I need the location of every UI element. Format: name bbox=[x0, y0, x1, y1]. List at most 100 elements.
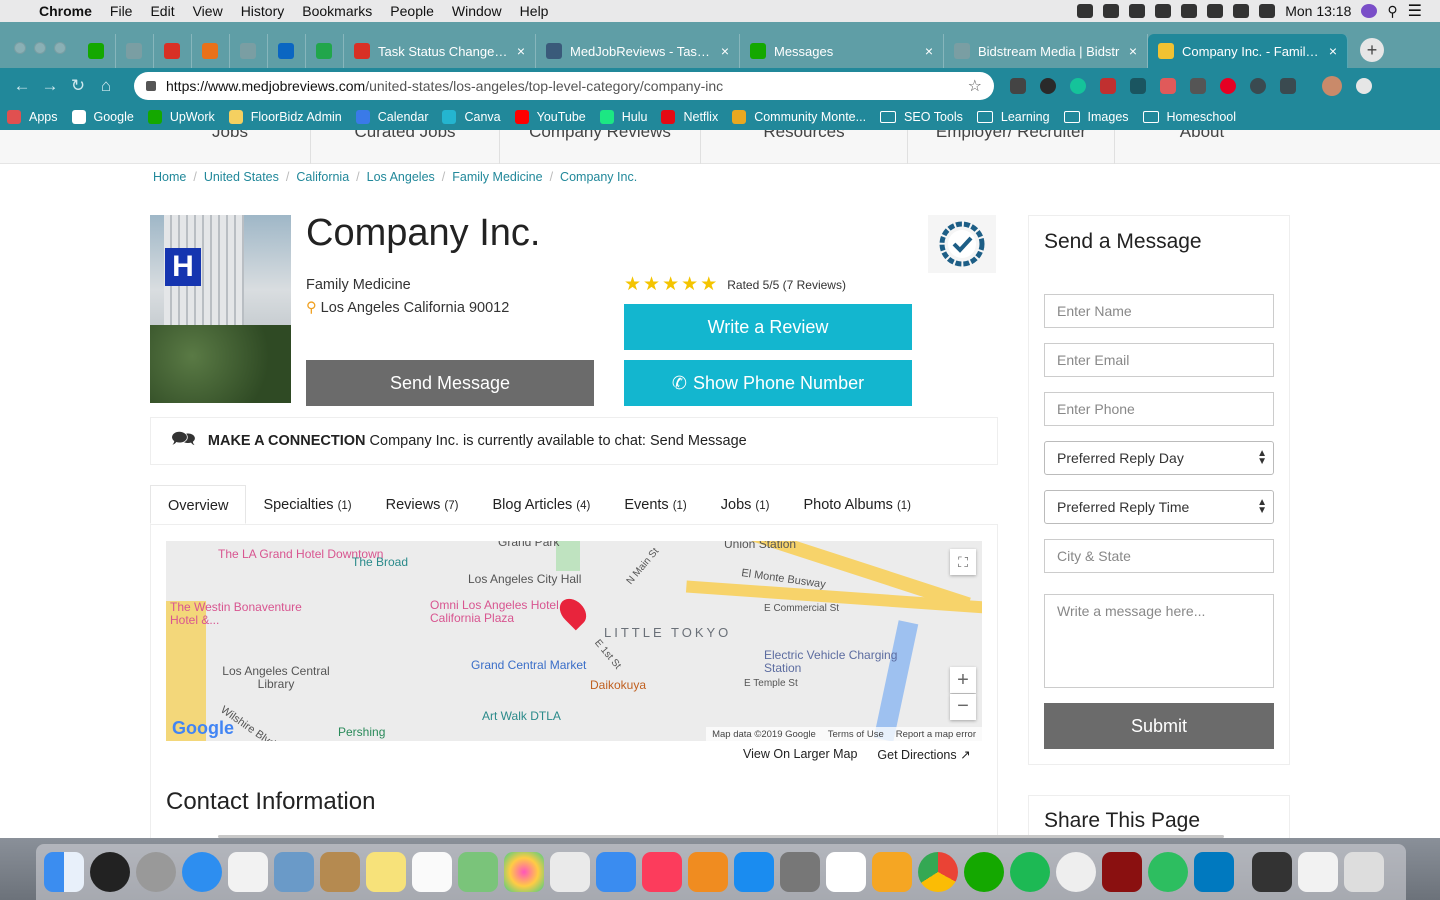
profile-tab[interactable]: Overview bbox=[150, 485, 247, 524]
chrome-icon[interactable] bbox=[918, 852, 958, 892]
system-preferences-icon[interactable] bbox=[780, 852, 820, 892]
profile-tab[interactable]: Photo Albums (1) bbox=[786, 485, 928, 524]
browser-tab[interactable]: Task Status Changed - T × bbox=[344, 34, 536, 68]
preview-icon[interactable] bbox=[274, 852, 314, 892]
dropbox-icon[interactable] bbox=[1077, 4, 1094, 18]
breadcrumb-item[interactable]: Family Medicine bbox=[452, 170, 542, 184]
nav-employer-recruiter[interactable]: Employer/ Recruiter bbox=[907, 130, 1115, 142]
close-window-button[interactable] bbox=[14, 42, 26, 54]
map-label[interactable]: E Temple St bbox=[744, 678, 798, 689]
contacts-icon[interactable] bbox=[320, 852, 360, 892]
name-input[interactable]: Enter Name bbox=[1044, 294, 1274, 328]
profile-tab[interactable]: Blog Articles (4) bbox=[475, 485, 607, 524]
fx-icon[interactable] bbox=[1130, 78, 1146, 94]
safari-icon[interactable] bbox=[182, 852, 222, 892]
map-label[interactable]: Pershing bbox=[338, 725, 385, 739]
bookmark-item[interactable]: Calendar bbox=[349, 110, 436, 124]
nav-company-reviews[interactable]: Company Reviews bbox=[499, 130, 701, 142]
connection-send-message-link[interactable]: Send Message bbox=[650, 433, 747, 449]
map-label[interactable]: Daikokuya bbox=[590, 678, 646, 692]
evernote-status-icon[interactable] bbox=[1129, 4, 1146, 18]
nav-resources[interactable]: Resources bbox=[700, 130, 908, 142]
browser-tab[interactable] bbox=[116, 34, 154, 68]
map-label[interactable]: Grand Park bbox=[498, 541, 559, 549]
cloud-upload-icon[interactable] bbox=[1181, 4, 1198, 18]
update-icon[interactable] bbox=[1356, 78, 1372, 94]
close-tab-icon[interactable]: × bbox=[1129, 43, 1137, 59]
menu-edit[interactable]: Edit bbox=[141, 3, 183, 19]
reload-icon[interactable]: ↻ bbox=[64, 76, 92, 96]
launchpad-icon[interactable] bbox=[136, 852, 176, 892]
trash-icon[interactable] bbox=[1344, 852, 1384, 892]
map-label[interactable]: Art Walk DTLA bbox=[482, 709, 561, 723]
get-directions-link[interactable]: Get Directions ↗ bbox=[877, 747, 970, 762]
browser-tab[interactable]: Company Inc. - Family M × bbox=[1148, 34, 1348, 68]
minimize-window-button[interactable] bbox=[34, 42, 46, 54]
breadcrumb-item[interactable]: California bbox=[296, 170, 349, 184]
bookmark-folder[interactable]: SEO Tools bbox=[873, 110, 970, 124]
maps-icon[interactable] bbox=[458, 852, 498, 892]
google-map[interactable]: The LA Grand Hotel Downtown The Broad Lo… bbox=[166, 541, 982, 741]
browser-tab[interactable] bbox=[78, 34, 116, 68]
bookmark-item[interactable]: FloorBidz Admin bbox=[222, 110, 349, 124]
map-label[interactable]: N Main St bbox=[625, 546, 662, 587]
menu-file[interactable]: File bbox=[101, 3, 142, 19]
upwork-dock-icon[interactable] bbox=[964, 852, 1004, 892]
siri-dock-icon[interactable] bbox=[90, 852, 130, 892]
browser-tab[interactable]: Messages × bbox=[740, 34, 944, 68]
close-tab-icon[interactable]: × bbox=[925, 43, 933, 59]
smiley-app-icon[interactable] bbox=[1056, 852, 1096, 892]
map-label[interactable]: The Westin Bonaventure Hotel &... bbox=[170, 601, 320, 627]
message-textarea[interactable]: Write a message here... bbox=[1044, 594, 1274, 688]
browser-tab[interactable]: Bidstream Media | Bidstr × bbox=[944, 34, 1148, 68]
reminders-icon[interactable] bbox=[412, 852, 452, 892]
city-state-input[interactable]: City & State bbox=[1044, 539, 1274, 573]
nav-about[interactable]: About bbox=[1114, 130, 1290, 142]
trello-icon[interactable] bbox=[1194, 852, 1234, 892]
reply-time-select[interactable]: Preferred Reply Time ▲ ▼ bbox=[1044, 490, 1274, 524]
bookmark-folder[interactable]: Images bbox=[1057, 110, 1136, 124]
view-larger-map-link[interactable]: View On Larger Map bbox=[743, 747, 857, 762]
breadcrumb-item[interactable]: Home bbox=[153, 170, 186, 184]
forward-icon[interactable]: → bbox=[36, 76, 64, 96]
browser-tab[interactable] bbox=[306, 34, 344, 68]
camera-extension-icon[interactable] bbox=[1010, 78, 1026, 94]
apps-grid-icon[interactable] bbox=[228, 852, 268, 892]
email-input[interactable]: Enter Email bbox=[1044, 343, 1274, 377]
pinterest-icon[interactable] bbox=[1220, 78, 1236, 94]
back-icon[interactable]: ← bbox=[8, 76, 36, 96]
evernote-icon[interactable] bbox=[1148, 852, 1188, 892]
notes-icon[interactable] bbox=[366, 852, 406, 892]
map-label[interactable]: Los Angeles Central Library bbox=[216, 665, 336, 691]
upwork-status-icon[interactable] bbox=[1103, 4, 1120, 18]
grammarly-icon[interactable] bbox=[1070, 78, 1086, 94]
bookmark-item[interactable]: Apps bbox=[0, 110, 65, 124]
close-tab-icon[interactable]: × bbox=[517, 43, 525, 59]
map-label[interactable]: Electric Vehicle Charging Station bbox=[764, 649, 904, 675]
bookmark-item[interactable]: Google bbox=[65, 110, 141, 124]
eyedropper-icon[interactable] bbox=[1100, 78, 1116, 94]
new-extension-icon[interactable] bbox=[1040, 78, 1056, 94]
siri-icon[interactable] bbox=[1361, 4, 1378, 18]
bookmark-item[interactable]: Community Monte... bbox=[725, 110, 873, 124]
keynote-icon[interactable] bbox=[596, 852, 636, 892]
breadcrumb-item[interactable]: United States bbox=[204, 170, 279, 184]
new-tab-button[interactable]: + bbox=[1360, 38, 1384, 62]
bookmark-item[interactable]: Netflix bbox=[654, 110, 725, 124]
menu-window[interactable]: Window bbox=[443, 3, 511, 19]
show-phone-button[interactable]: ✆ Show Phone Number bbox=[624, 360, 912, 406]
browser-tab[interactable] bbox=[230, 34, 268, 68]
textedit-icon[interactable] bbox=[550, 852, 590, 892]
menu-bookmarks[interactable]: Bookmarks bbox=[293, 3, 381, 19]
breadcrumb-item[interactable]: Los Angeles bbox=[367, 170, 435, 184]
profile-tab[interactable]: Reviews (7) bbox=[369, 485, 476, 524]
acrobat-icon[interactable] bbox=[1102, 852, 1142, 892]
nav-jobs[interactable]: Jobs bbox=[150, 130, 310, 142]
fullscreen-icon[interactable]: ⛶ bbox=[950, 549, 976, 575]
bookmark-item[interactable]: Hulu bbox=[593, 110, 655, 124]
report-map-error-link[interactable]: Report a map error bbox=[896, 729, 976, 740]
phone-input[interactable]: Enter Phone bbox=[1044, 392, 1274, 426]
photos-icon[interactable] bbox=[504, 852, 544, 892]
map-label[interactable]: Omni Los Angeles Hotel at California Pla… bbox=[430, 599, 580, 625]
address-bar[interactable]: https://www.medjobreviews.com/united-sta… bbox=[134, 72, 994, 100]
